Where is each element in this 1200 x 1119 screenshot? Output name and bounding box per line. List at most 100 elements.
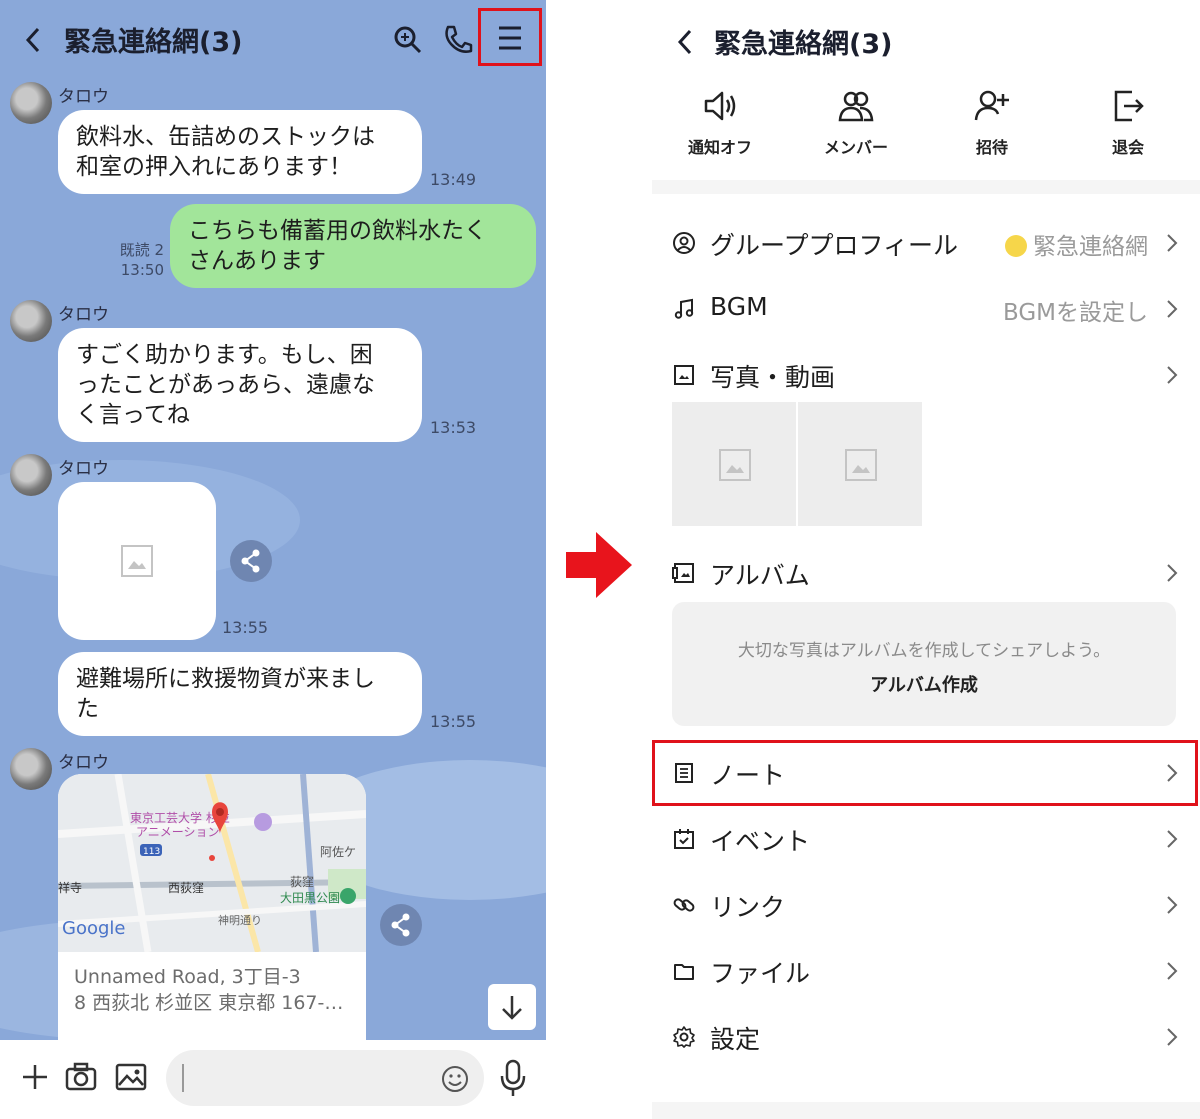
chat-header: 緊急連絡網(3) [0,0,546,80]
image-placeholder-icon [121,545,153,577]
search-icon[interactable] [390,22,426,58]
row-album[interactable]: アルバム [652,540,1200,606]
row-value-text: 緊急連絡網 [1033,234,1148,260]
map-address: Unnamed Road, 3丁目-3 8 西荻北 杉並区 東京都 167-… [74,964,343,1016]
image-message[interactable] [58,482,216,640]
sender-name: タロウ [58,305,109,325]
row-settings[interactable]: 設定 [652,1004,1200,1070]
message-line: く言ってね [76,402,190,428]
album-empty-message: 大切な写真はアルバムを作成してシェアしよう。 [737,641,1111,661]
back-chevron-icon[interactable] [676,28,694,56]
row-group-profile[interactable]: グループプロフィール 緊急連絡網 [652,210,1200,276]
menu-button-highlight[interactable] [478,8,542,66]
message-time: 13:53 [430,418,477,437]
row-value: BGMを設定し [1002,300,1148,326]
map-label: 神明通り [218,913,262,927]
avatar[interactable] [10,454,52,496]
phone-icon[interactable] [440,22,476,58]
message-bubble[interactable]: 飲料水、缶詰めのストックは 和室の押入れにあります！ [58,110,422,194]
share-button[interactable] [230,540,272,582]
image-placeholder-icon [719,449,751,481]
plus-icon[interactable] [20,1062,50,1092]
photo-thumbnail[interactable] [672,402,796,526]
row-label: BGM [710,292,768,321]
message-composer [0,1040,546,1119]
location-message[interactable]: 113 東京工芸大学 杉並 アニメーション 阿佐ケ 西荻窪 荻窪 大田黒公園 神… [58,774,366,1074]
hamburger-menu-icon[interactable] [481,11,539,63]
back-chevron-icon[interactable] [24,26,42,54]
action-label: 通知オフ [687,138,752,157]
scroll-to-bottom-button[interactable] [488,984,536,1030]
mute-notifications-button[interactable]: 通知オフ [660,86,780,166]
sender-name: タロウ [58,459,109,479]
sender-name: タロウ [58,753,109,773]
transition-arrow-icon [566,532,632,598]
message-line: 飲料水、缶詰めのストックは [76,124,375,150]
address-line: Unnamed Road, 3丁目-3 [74,966,301,988]
create-album-button[interactable]: アルバム作成 [672,671,1176,697]
row-label: リンク [710,893,786,922]
message-line: 和室の押入れにあります！ [76,154,352,180]
row-label: ファイル [710,959,811,988]
avatar[interactable] [10,82,52,124]
link-icon [673,898,695,912]
share-button[interactable] [380,904,422,946]
avatar[interactable] [10,748,52,790]
leave-button[interactable]: 退会 [1068,86,1188,166]
action-label: 退会 [1111,138,1144,157]
album-icon [672,563,694,583]
message-input[interactable] [166,1050,484,1106]
message-time: 13:55 [222,618,269,637]
message-line: ったことがあっあら、遠慮な [76,372,375,398]
row-label: 設定 [710,1025,761,1054]
map-preview[interactable]: 113 東京工芸大学 杉並 アニメーション 阿佐ケ 西荻窪 荻窪 大田黒公園 神… [58,774,366,953]
camera-icon[interactable] [64,1060,98,1094]
chevron-right-icon [1167,300,1178,318]
chevron-right-icon [1167,1028,1178,1046]
message-bubble[interactable]: すごく助かります。もし、困 ったことがあっあら、遠慮な く言ってね [58,328,422,442]
chevron-right-icon [1167,564,1178,582]
album-empty-state: 大切な写真はアルバムを作成してシェアしよう。 アルバム作成 [672,602,1176,726]
invite-icon [974,90,1009,121]
google-logo: Google [62,918,125,939]
text-cursor [182,1064,184,1092]
sender-name: タロウ [58,87,109,107]
folder-icon [674,964,694,980]
row-link[interactable]: リンク [652,872,1200,938]
row-event[interactable]: イベント [652,806,1200,872]
map-label: 大田黒公園 [280,891,340,905]
read-count: 既読 2 [119,241,164,259]
row-photos-videos[interactable]: 写真・動画 [652,342,1200,408]
emoji-icon[interactable] [440,1064,470,1094]
row-label: グループプロフィール [710,231,959,260]
row-bgm[interactable]: BGM BGMを設定し [652,276,1200,342]
gallery-icon[interactable] [114,1060,148,1094]
leave-icon [1114,90,1144,122]
road-badge: 113 [143,847,160,857]
microphone-icon[interactable] [498,1058,528,1098]
message-line: た [76,696,99,722]
share-icon [391,913,410,937]
message-line: 避難場所に救援物資が来まし [76,666,375,692]
message-line: こちらも備蓄用の飲料水たく [188,218,487,244]
arrow-down-icon [502,996,522,1020]
speaker-icon [704,91,736,121]
message-bubble[interactable]: 避難場所に救援物資が来まし た [58,652,422,736]
my-message-bubble[interactable]: こちらも備蓄用の飲料水たく さんあります [170,204,536,288]
gear-icon [673,1026,695,1048]
members-button[interactable]: メンバー [796,86,916,166]
read-receipt: 既読 2 13:50 [110,240,164,280]
photo-thumbnail[interactable] [798,402,922,526]
action-label: 招待 [975,138,1008,157]
chevron-right-icon [1167,962,1178,980]
message-time: 13:50 [120,261,164,279]
invite-button[interactable]: 招待 [932,86,1052,166]
music-note-icon [674,298,694,319]
avatar[interactable] [10,300,52,342]
share-icon [241,549,260,573]
menu-title: 緊急連絡網(3) [714,29,893,60]
calendar-icon [674,829,694,849]
chevron-right-icon [1167,366,1178,384]
image-placeholder-icon [845,449,877,481]
row-file[interactable]: ファイル [652,938,1200,1004]
